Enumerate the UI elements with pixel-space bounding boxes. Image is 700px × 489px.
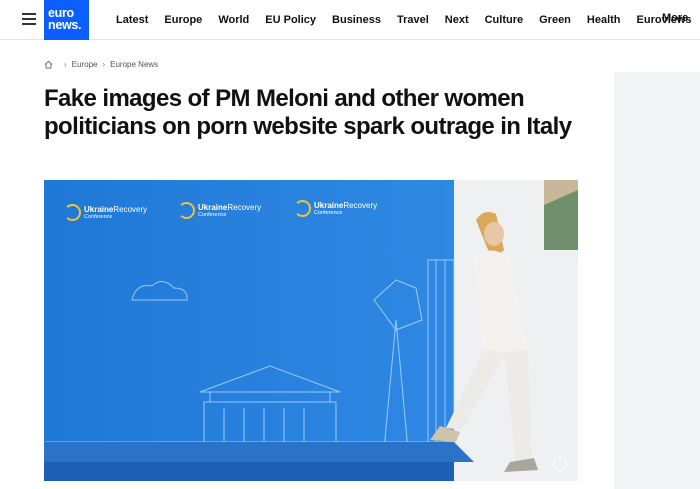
nav-business[interactable]: Business <box>332 14 381 26</box>
breadcrumb-europe[interactable]: Europe <box>72 60 98 69</box>
nav-health[interactable]: Health <box>587 14 621 26</box>
conference-title-a: Ukraine <box>198 202 228 212</box>
nav-green[interactable]: Green <box>539 14 571 26</box>
conference-emblem-icon <box>64 204 81 221</box>
conference-emblem-icon <box>294 200 311 217</box>
more-menu-button[interactable]: More <box>662 12 688 24</box>
hero-illustration <box>44 180 578 481</box>
breadcrumb: › Europe › Europe News <box>44 60 158 69</box>
nav-world[interactable]: World <box>218 14 249 26</box>
nav-culture[interactable]: Culture <box>485 14 524 26</box>
nav-eu-policy[interactable]: EU Policy <box>265 14 316 26</box>
sidebar-ad-area <box>614 72 700 489</box>
conference-sub: Conference <box>198 211 227 218</box>
logo-line2: news. <box>48 18 82 32</box>
chevron-right-icon: › <box>64 60 67 69</box>
hamburger-menu-icon[interactable] <box>22 13 36 25</box>
breadcrumb-europe-news[interactable]: Europe News <box>110 60 158 69</box>
nav-latest[interactable]: Latest <box>116 14 148 26</box>
conference-title-a: Ukraine <box>314 200 344 210</box>
home-icon[interactable] <box>44 60 53 69</box>
euronews-logo[interactable]: euro news. <box>44 0 89 40</box>
conference-logo: UkraineRecovery Conference <box>64 204 147 221</box>
conference-emblem-icon <box>178 202 195 219</box>
conference-logo: UkraineRecovery Conference <box>294 200 377 217</box>
nav-europe[interactable]: Europe <box>164 14 202 26</box>
main-nav: Latest Europe World EU Policy Business T… <box>116 0 692 40</box>
conference-sub: Conference <box>314 209 343 216</box>
top-navigation-bar: euro news. Latest Europe World EU Policy… <box>0 0 700 40</box>
conference-title-a: Ukraine <box>84 204 114 214</box>
conference-title-b: Recovery <box>343 200 378 210</box>
conference-title-b: Recovery <box>113 204 148 214</box>
conference-title-b: Recovery <box>227 202 262 212</box>
nav-next[interactable]: Next <box>445 14 469 26</box>
article-title: Fake images of PM Meloni and other women… <box>44 85 572 140</box>
conference-sub: Conference <box>84 213 113 220</box>
image-info-icon[interactable]: i <box>553 457 567 471</box>
conference-logo: UkraineRecovery Conference <box>178 202 261 219</box>
article-hero-image: UkraineRecovery Conference UkraineRecove… <box>44 180 578 481</box>
nav-travel[interactable]: Travel <box>397 14 429 26</box>
chevron-right-icon: › <box>102 60 106 69</box>
